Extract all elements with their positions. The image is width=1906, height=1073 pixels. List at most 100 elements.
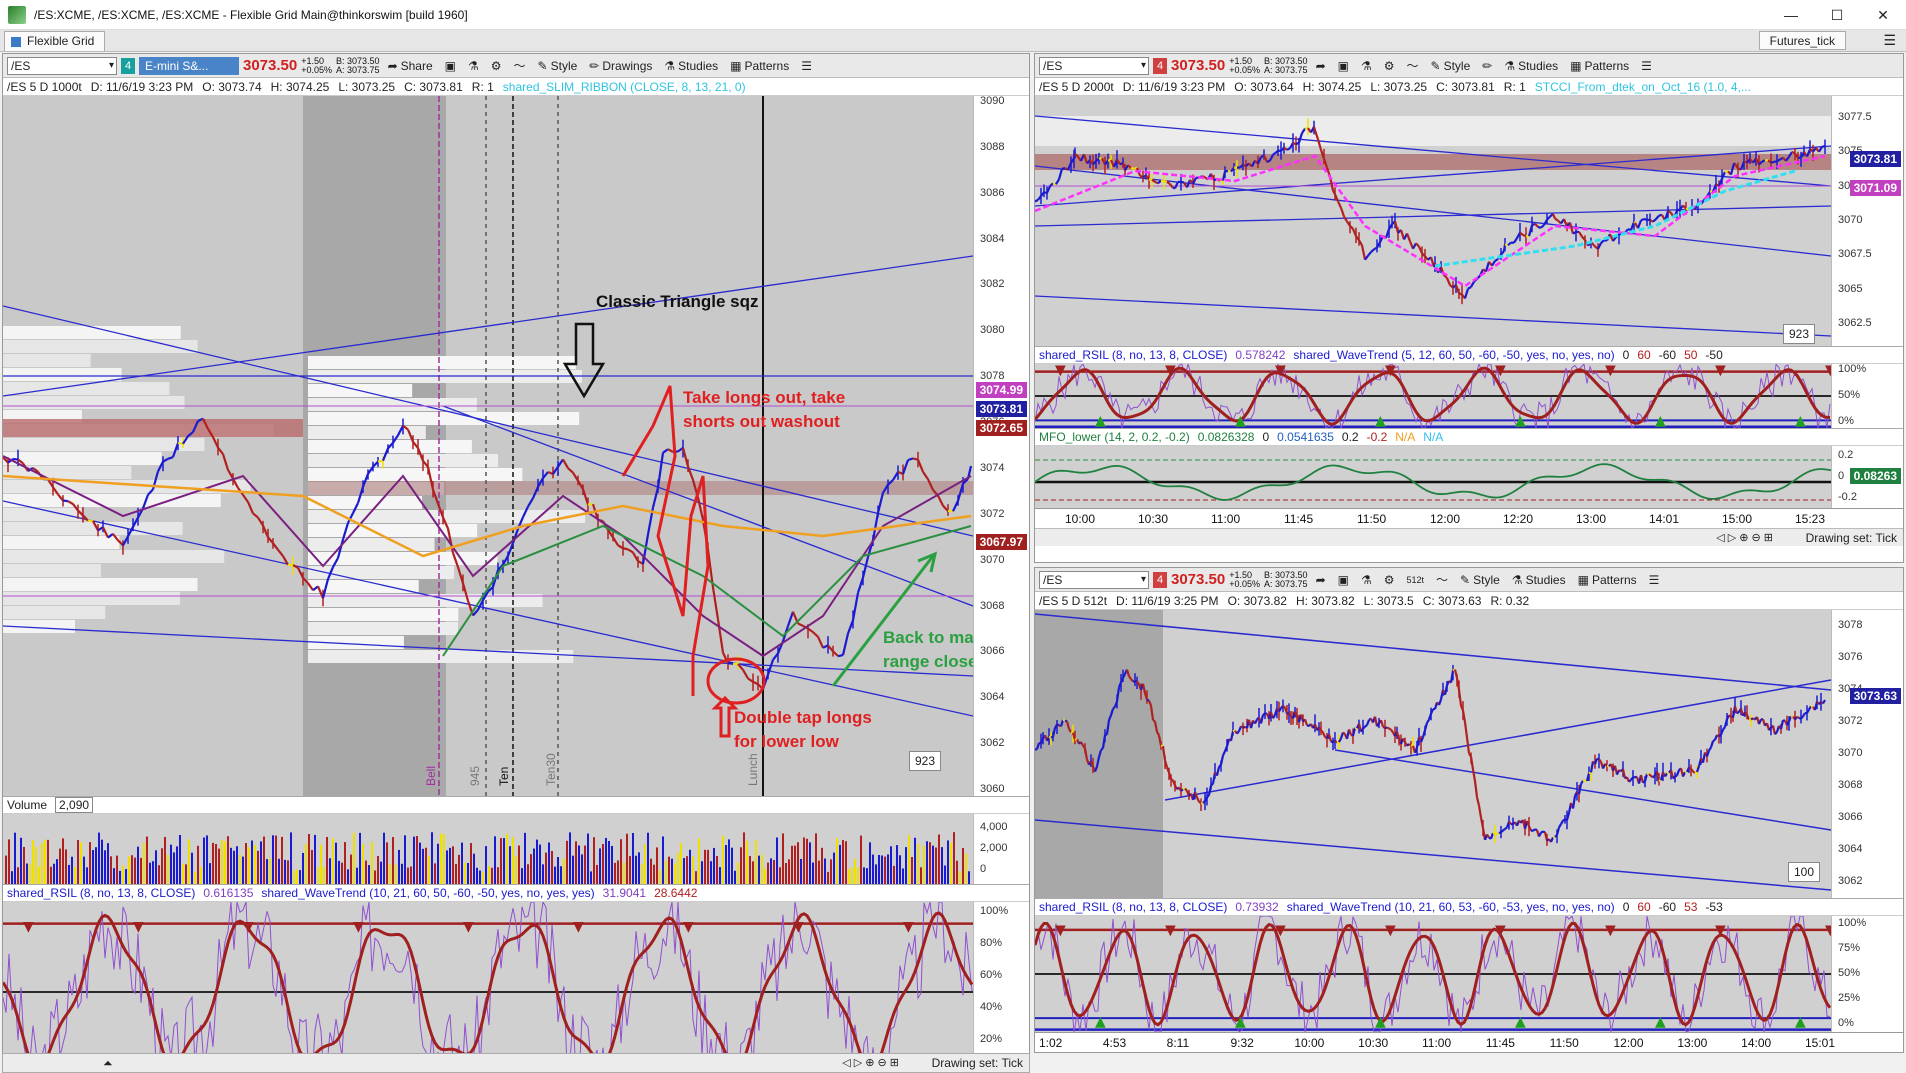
- tr-study-label[interactable]: STCCI_From_dtek_on_Oct_16 (1.0, 4,...: [1535, 80, 1751, 94]
- price-segment: [1643, 773, 1649, 782]
- axis-tick-label: 0%: [1838, 1017, 1854, 1029]
- tr-style-button[interactable]: ✎ Style: [1427, 59, 1475, 73]
- volume-bar: [731, 847, 733, 884]
- tr-chart-type-button[interactable]: 〜: [1403, 57, 1423, 74]
- tr-rsi-label[interactable]: shared_RSIL (8, no, 13, 8, CLOSE): [1039, 348, 1227, 362]
- tr-time-axis[interactable]: 10:00 10:30 11:00 11:45 11:50 12:00 12:20 13:00…: [1035, 508, 1903, 528]
- tr-settings-button[interactable]: ⚙: [1380, 59, 1399, 73]
- tr-rsi-plot[interactable]: ▼▼▼▼▼▼▼▼▲▲▲▲▲▲: [1035, 364, 1831, 428]
- price-segment: [1513, 237, 1518, 244]
- snapshot-button[interactable]: ▣: [441, 59, 460, 73]
- br-price-axis[interactable]: 3078307630743072307030683066306430623073…: [1831, 610, 1903, 898]
- volume-bar: [218, 848, 220, 884]
- chart-line-icon: 〜: [1406, 59, 1419, 73]
- br-studies-button[interactable]: ⚗ Studies: [1508, 573, 1570, 587]
- br-wavetrend-label[interactable]: shared_WaveTrend (10, 21, 60, 53, -60, -…: [1287, 900, 1615, 914]
- volume-bar: [62, 838, 64, 884]
- signal-marker-icon: ▼: [573, 919, 584, 935]
- br-share-button[interactable]: ➦: [1312, 573, 1330, 587]
- style-button[interactable]: ✎ Style: [534, 59, 582, 73]
- volume-plot[interactable]: [3, 814, 973, 884]
- zoom-controls[interactable]: ◁ ▷ ⊕ ⊖ ⊞: [842, 1056, 899, 1069]
- br-more-button[interactable]: ☰: [1645, 573, 1664, 587]
- br-time-axis[interactable]: 1:02 4:53 8:11 9:32 10:00 10:30 11:00 11:45 11:5…: [1035, 1032, 1903, 1052]
- minimize-button[interactable]: —: [1768, 0, 1814, 30]
- br-beaker-button[interactable]: ⚗: [1357, 573, 1376, 587]
- tr-price-axis[interactable]: 3077.530753072.530703067.530653062.53073…: [1831, 96, 1903, 346]
- br-link-group-icon[interactable]: 4: [1153, 571, 1167, 588]
- tr-link-group-icon[interactable]: 4: [1153, 57, 1167, 74]
- br-chart-type-button[interactable]: 〜: [1432, 571, 1452, 588]
- tr-studies-button[interactable]: ⚗ Studies: [1500, 59, 1562, 73]
- tr-beaker-button[interactable]: ⚗: [1357, 59, 1376, 73]
- volume-bar: [551, 850, 553, 884]
- menu-icon[interactable]: ☰: [1883, 32, 1896, 49]
- drawing-set-label[interactable]: Drawing set: Tick: [932, 1056, 1023, 1070]
- left-price-plot[interactable]: Bell 945 Ten Ten30 Lunch Classic Triangle sq…: [3, 96, 973, 796]
- chart-type-button[interactable]: 〜: [510, 57, 530, 74]
- br-patterns-button[interactable]: ▦ Patterns: [1574, 573, 1641, 587]
- volume-bar: [344, 842, 346, 884]
- tr-wavetrend-label[interactable]: shared_WaveTrend (5, 12, 60, 50, -60, -5…: [1293, 348, 1614, 362]
- futures-tick-selector[interactable]: Futures_tick: [1758, 31, 1846, 50]
- tr-zoom-controls[interactable]: ◁ ▷ ⊕ ⊖ ⊞: [1716, 531, 1773, 544]
- tr-drawing-set[interactable]: Drawing set: Tick: [1806, 531, 1897, 545]
- patterns-button[interactable]: ▦ Patterns: [726, 59, 793, 73]
- maximize-button[interactable]: ☐: [1814, 0, 1860, 30]
- volume-bar: [728, 839, 730, 884]
- price-segment: [1362, 725, 1366, 730]
- tr-snapshot-button[interactable]: ▣: [1334, 59, 1353, 73]
- br-style-button[interactable]: ✎ Style: [1456, 573, 1504, 587]
- br-settings-button[interactable]: ⚙: [1380, 573, 1399, 587]
- tr-drawing-button[interactable]: ✏: [1478, 59, 1496, 73]
- tr-more-button[interactable]: ☰: [1637, 59, 1656, 73]
- settings-button[interactable]: ⚙: [487, 59, 506, 73]
- volume-bar: [446, 850, 448, 884]
- studies-button[interactable]: ⚗ Studies: [660, 59, 722, 73]
- drawings-button[interactable]: ✏ Drawings: [585, 59, 656, 73]
- rsi-study-label[interactable]: shared_RSIL (8, no, 13, 8, CLOSE): [7, 886, 195, 900]
- tr-price-plot[interactable]: 923: [1035, 96, 1831, 346]
- br-wt-53: 53: [1684, 900, 1698, 914]
- br-rsi-plot[interactable]: ▼▼▼▼▼▼▼▼▲▲▲▲▲▲: [1035, 916, 1831, 1032]
- volume-profile-bar: [3, 438, 205, 451]
- price-segment: [1112, 705, 1116, 710]
- rsi-plot[interactable]: ▼▼▼▼▼▼▼▼▼▲▲▲▲▲▲▲: [3, 902, 973, 1072]
- signal-marker-icon: ▼: [1165, 364, 1176, 378]
- axis-tick-label: 0.2: [1838, 449, 1854, 461]
- left-price-axis[interactable]: 3090308830863084308230803078307630743072…: [973, 95, 1029, 796]
- tr-mfo-label[interactable]: MFO_lower (14, 2, 0.2, -0.2): [1039, 430, 1190, 444]
- tr-symbol-input[interactable]: /ES: [1039, 56, 1149, 75]
- link-group-icon[interactable]: 4: [121, 57, 135, 74]
- volume-bar: [572, 855, 574, 884]
- volume-bar: [437, 843, 439, 884]
- price-segment: [1796, 715, 1800, 719]
- price-segment: [1347, 729, 1353, 736]
- tr-share-button[interactable]: ➦: [1312, 59, 1330, 73]
- tab-flexible-grid[interactable]: Flexible Grid: [4, 30, 106, 51]
- volume-bar: [908, 835, 910, 884]
- time-tick-label: 8:11: [1166, 1036, 1190, 1050]
- collapse-icon[interactable]: ⏶: [103, 1056, 113, 1071]
- volume-profile-bar: [3, 340, 198, 353]
- camera-icon: ▣: [444, 58, 456, 73]
- study-label[interactable]: shared_SLIM_RIBBON (CLOSE, 8, 13, 21, 0): [503, 80, 746, 94]
- beaker-button[interactable]: ⚗: [464, 59, 483, 73]
- share-button[interactable]: ➦ Share: [384, 59, 437, 73]
- br-symbol-input[interactable]: /ES: [1039, 570, 1149, 589]
- symbol-input[interactable]: /ES: [7, 56, 117, 75]
- wavetrend-study-label[interactable]: shared_WaveTrend (10, 21, 60, 50, -60, -…: [261, 886, 594, 900]
- volume-bar: [320, 844, 322, 884]
- price-segment: [1494, 832, 1498, 836]
- br-rsi-label[interactable]: shared_RSIL (8, no, 13, 8, CLOSE): [1039, 900, 1227, 914]
- close-button[interactable]: ✕: [1860, 0, 1906, 30]
- price-segment: [1674, 774, 1678, 778]
- br-snapshot-button[interactable]: ▣: [1334, 573, 1353, 587]
- br-agg-button[interactable]: 512t: [1403, 575, 1429, 585]
- more-menu-button[interactable]: ☰: [797, 59, 816, 73]
- tr-patterns-button[interactable]: ▦ Patterns: [1566, 59, 1633, 73]
- trend-line: [1164, 679, 1831, 801]
- br-price-plot[interactable]: 100: [1035, 610, 1831, 898]
- tr-mfo-plot[interactable]: [1035, 446, 1831, 508]
- volume-bar: [374, 870, 376, 884]
